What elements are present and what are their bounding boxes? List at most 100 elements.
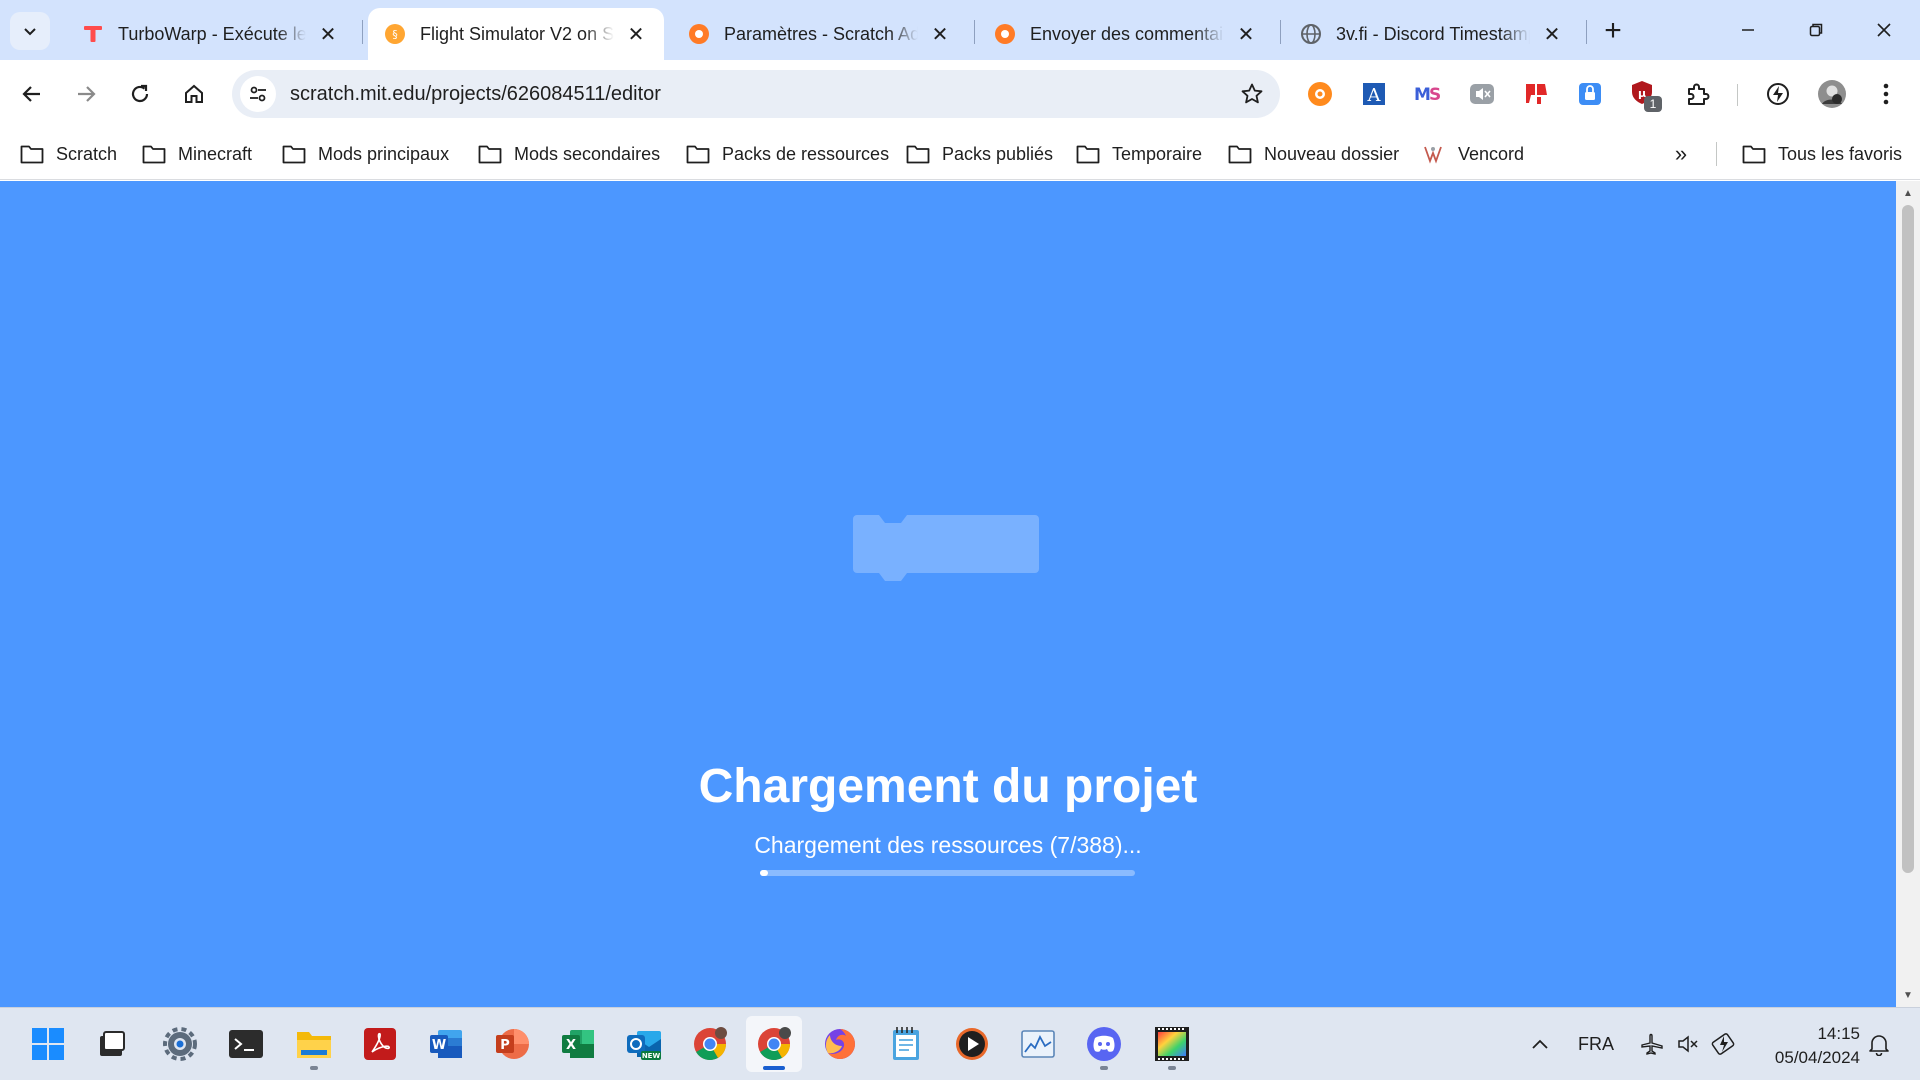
media-player-icon[interactable]	[944, 1016, 1000, 1072]
video-editor-icon[interactable]	[1144, 1016, 1200, 1072]
chevron-up-icon	[1532, 1039, 1548, 1049]
browser-toolbar: scratch.mit.edu/projects/626084511/edito…	[0, 60, 1920, 128]
acrobat-icon[interactable]	[352, 1016, 408, 1072]
url-text[interactable]: scratch.mit.edu/projects/626084511/edito…	[290, 83, 661, 106]
bookmark-label: Temporaire	[1112, 143, 1203, 164]
tab-close-icon[interactable]: ✕	[926, 20, 954, 48]
puzzle-icon	[1688, 83, 1710, 105]
airplane-mode-icon[interactable]	[1636, 1024, 1668, 1064]
notifications-bell-icon[interactable]	[1862, 1024, 1896, 1064]
home-button[interactable]	[174, 74, 214, 114]
bookmark-folder[interactable]: Scratch	[20, 140, 117, 168]
bookmark-label: Minecraft	[178, 143, 253, 164]
powerpoint-icon[interactable]: P	[484, 1016, 540, 1072]
start-button-icon[interactable]	[20, 1016, 76, 1072]
bookmark-folder[interactable]: Temporaire	[1076, 140, 1202, 168]
bookmark-folder[interactable]: Minecraft	[142, 140, 252, 168]
bookmark-label: Vencord	[1458, 143, 1525, 164]
vencord-icon	[1422, 143, 1448, 165]
battery-charging-icon[interactable]	[1708, 1024, 1740, 1064]
back-button[interactable]	[12, 74, 52, 114]
forward-button[interactable]	[66, 74, 106, 114]
bookmarks-overflow-button[interactable]: »	[1666, 140, 1696, 168]
task-view-icon[interactable]	[84, 1016, 140, 1072]
ms-extension-icon[interactable]: MS	[1410, 76, 1446, 112]
firefox-icon[interactable]	[812, 1016, 868, 1072]
tab[interactable]: 3v.fi - Discord Timestamp ✕	[1284, 8, 1580, 60]
extensions-menu-button[interactable]	[1680, 76, 1716, 112]
tab-title: 3v.fi - Discord Timestamp	[1336, 23, 1530, 44]
globe-icon	[1300, 23, 1322, 45]
loading-message: Chargement des ressources (7/388)...	[754, 832, 1142, 858]
tab-close-icon[interactable]: ✕	[1538, 20, 1566, 48]
tab-close-icon[interactable]: ✕	[314, 20, 342, 48]
bookmark-folder[interactable]: Nouveau dossier	[1228, 140, 1399, 168]
scratch-addons-extension-icon[interactable]	[1302, 76, 1338, 112]
word-icon[interactable]: W	[418, 1016, 474, 1072]
running-indicator	[310, 1066, 318, 1070]
a-translate-extension-icon[interactable]: A	[1356, 76, 1392, 112]
password-extension-icon[interactable]	[1572, 76, 1608, 112]
page-scrollbar[interactable]: ▲ ▼	[1896, 181, 1920, 1007]
tab-search-button[interactable]	[10, 12, 50, 50]
scrollbar-thumb[interactable]	[1902, 205, 1914, 873]
running-indicator	[1100, 1066, 1108, 1070]
tab-title: Flight Simulator V2 on Scratch	[420, 23, 614, 44]
close-window-button[interactable]	[1862, 10, 1906, 50]
tab[interactable]: Envoyer des commentaires ✕	[978, 8, 1274, 60]
input-language-indicator[interactable]: FRA	[1574, 1024, 1618, 1064]
reload-button[interactable]	[120, 74, 160, 114]
bookmark-label: Packs publiés	[942, 143, 1054, 164]
minimize-button[interactable]	[1726, 10, 1770, 50]
notepad-icon[interactable]	[878, 1016, 934, 1072]
chrome-icon[interactable]	[682, 1016, 738, 1072]
scroll-down-arrow-icon[interactable]: ▼	[1896, 985, 1920, 1005]
dislike-extension-icon[interactable]	[1518, 76, 1554, 112]
task-manager-icon[interactable]	[1010, 1016, 1066, 1072]
settings-icon[interactable]	[152, 1016, 208, 1072]
excel-icon[interactable]: X	[550, 1016, 606, 1072]
restore-button[interactable]	[1794, 10, 1838, 50]
profile-avatar[interactable]	[1814, 76, 1850, 112]
address-bar[interactable]: scratch.mit.edu/projects/626084511/edito…	[232, 70, 1280, 118]
tab-active[interactable]: § Flight Simulator V2 on Scratch ✕	[368, 8, 664, 60]
outlook-new-icon[interactable]: NEW	[616, 1016, 672, 1072]
chrome-profile-icon[interactable]	[746, 1016, 802, 1072]
tab-close-icon[interactable]: ✕	[622, 20, 650, 48]
terminal-icon[interactable]	[218, 1016, 274, 1072]
bookmark-folder[interactable]: Packs de ressources	[686, 140, 889, 168]
bookmark-folder[interactable]: Mods principaux	[282, 140, 449, 168]
scroll-up-arrow-icon[interactable]: ▲	[1896, 183, 1920, 203]
ublock-extension-icon[interactable]: µ 1	[1626, 76, 1662, 112]
scratch-addons-icon: §	[384, 23, 406, 45]
discord-icon[interactable]	[1076, 1016, 1132, 1072]
tab-divider	[1280, 20, 1281, 44]
all-bookmarks-button[interactable]: Tous les favoris	[1742, 140, 1902, 168]
tab-divider	[1586, 20, 1587, 44]
new-tab-button[interactable]: +	[1596, 14, 1630, 48]
bookmarks-divider	[1716, 142, 1717, 166]
mute-extension-icon[interactable]	[1464, 76, 1500, 112]
clock[interactable]: 14:15 05/04/2024	[1748, 1022, 1860, 1070]
folder-icon	[1228, 143, 1254, 165]
site-info-button[interactable]	[240, 76, 276, 112]
minimize-icon	[1742, 29, 1754, 31]
toolbar-divider	[1737, 84, 1738, 106]
tab[interactable]: TurboWarp - Exécute les projets Scratch …	[66, 8, 356, 60]
svg-text:X: X	[566, 1038, 576, 1053]
bookmark-link[interactable]: Vencord	[1422, 140, 1524, 168]
tray-overflow-button[interactable]	[1524, 1024, 1556, 1064]
bookmark-folder[interactable]: Mods secondaires	[478, 140, 660, 168]
tab[interactable]: Paramètres - Scratch Addons ✕	[672, 8, 968, 60]
bookmark-star-button[interactable]	[1238, 80, 1266, 108]
bookmark-folder[interactable]: Packs publiés	[906, 140, 1053, 168]
windows-taskbar: W P X NEW FRA 14:15 05/04/2024	[0, 1007, 1920, 1080]
arrow-left-icon	[22, 86, 40, 102]
file-explorer-icon[interactable]	[286, 1016, 342, 1072]
performance-button[interactable]	[1760, 76, 1796, 112]
speaker-muted-icon[interactable]	[1672, 1024, 1704, 1064]
scratch-block-icon	[853, 515, 1039, 581]
tab-close-icon[interactable]: ✕	[1232, 20, 1260, 48]
scratch-addons-icon	[688, 23, 710, 45]
chrome-menu-button[interactable]	[1868, 76, 1904, 112]
